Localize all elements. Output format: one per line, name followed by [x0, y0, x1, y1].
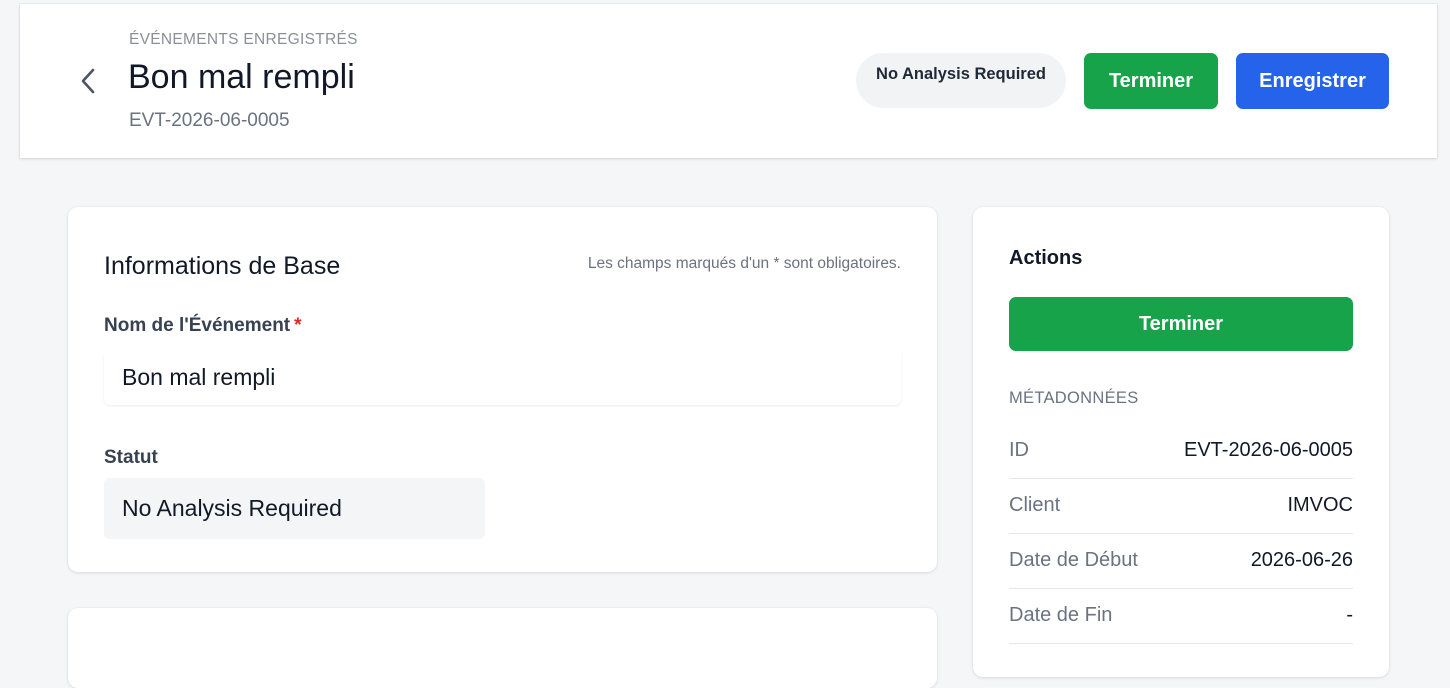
metadata-value: 2026-06-26: [1250, 549, 1353, 571]
event-name-label: Nom de l'Événement *: [104, 315, 302, 337]
finish-button[interactable]: Terminer: [1084, 53, 1218, 109]
metadata-key: ID: [1009, 439, 1029, 461]
metadata-key: Date de Fin: [1009, 604, 1113, 626]
required-note: Les champs marqués d'un * sont obligatoi…: [587, 255, 901, 272]
basic-info-card: Informations de Base Les champs marqués …: [68, 207, 937, 572]
status-badge: No Analysis Required: [856, 53, 1066, 108]
metadata-key: Client: [1009, 494, 1061, 516]
metadata-value: EVT-2026-06-0005: [1183, 439, 1353, 461]
metadata-heading: Métadonnées: [1009, 389, 1139, 407]
secondary-card: [68, 608, 937, 688]
metadata-row-end-date: Date de Fin -: [1009, 588, 1353, 644]
actions-card: Actions Terminer Métadonnées ID EVT-2026…: [973, 207, 1389, 677]
event-name-label-text: Nom de l'Événement: [104, 315, 291, 336]
required-star: *: [294, 315, 302, 336]
metadata-value: IMVOC: [1287, 494, 1353, 516]
section-title: Informations de Base: [104, 252, 341, 280]
breadcrumb[interactable]: Événements enregistrés: [129, 31, 358, 49]
status-label: Statut: [104, 447, 158, 468]
metadata-row-start-date: Date de Début 2026-06-26: [1009, 533, 1353, 589]
page-header: Événements enregistrés Bon mal rempli EV…: [20, 4, 1437, 158]
back-button[interactable]: [74, 66, 102, 96]
page-title: Bon mal rempli: [128, 58, 355, 96]
status-field[interactable]: No Analysis Required: [104, 478, 485, 539]
chevron-left-icon: [81, 68, 95, 94]
finish-action-button[interactable]: Terminer: [1009, 297, 1353, 351]
event-id: EVT-2026-06-0005: [129, 110, 290, 131]
save-button[interactable]: Enregistrer: [1236, 53, 1389, 109]
metadata-row-id: ID EVT-2026-06-0005: [1009, 423, 1353, 479]
metadata-value: -: [1346, 604, 1353, 626]
metadata-key: Date de Début: [1009, 549, 1138, 571]
event-name-input[interactable]: Bon mal rempli: [104, 350, 901, 405]
metadata-row-client: Client IMVOC: [1009, 478, 1353, 534]
actions-title: Actions: [1009, 247, 1083, 269]
